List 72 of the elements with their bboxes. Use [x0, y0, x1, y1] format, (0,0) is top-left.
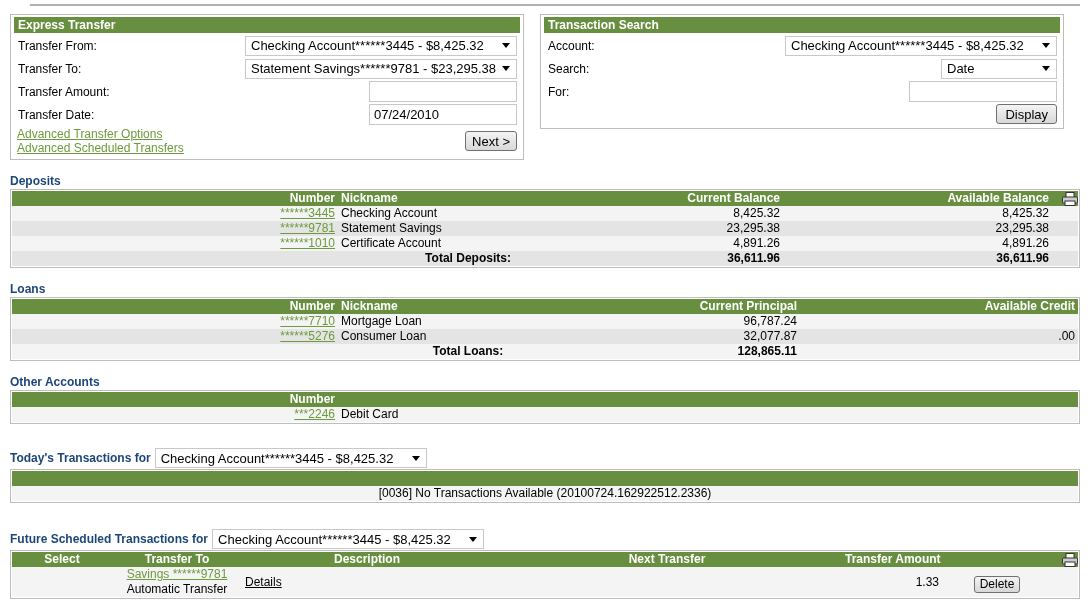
- section-heading: Today's Transactions for: [10, 451, 151, 465]
- printer-icon[interactable]: [1062, 552, 1078, 567]
- select-field[interactable]: Checking Account******3445 - $8,425.32: [245, 35, 517, 56]
- table-cell: 8,425.32: [598, 206, 783, 221]
- printer-icon[interactable]: [1062, 191, 1078, 206]
- column-header: Number: [12, 191, 338, 206]
- total-label: Total Deposits:: [338, 251, 598, 266]
- section-heading: Deposits: [10, 174, 62, 188]
- total-label: Total Loans:: [338, 344, 598, 359]
- select-field[interactable]: Date: [941, 58, 1057, 79]
- input-field[interactable]: [909, 81, 1057, 102]
- table-cell: 128,865.11: [598, 344, 800, 359]
- field-label: Search:: [547, 61, 590, 76]
- table-cell: Statement Savings: [338, 221, 598, 236]
- caret-icon: [502, 43, 510, 48]
- table-cell: .00: [1058, 329, 1075, 343]
- column-header: Transfer Amount: [842, 552, 942, 567]
- section-heading: Loans: [10, 282, 47, 296]
- column-header: Available Credit: [800, 299, 1078, 314]
- table-cell: 96,787.24: [598, 314, 800, 329]
- table-cell: Certificate Account: [338, 236, 598, 251]
- field-label: Transfer Amount:: [17, 84, 110, 99]
- column-header: Description: [242, 552, 492, 567]
- caret-icon: [411, 455, 420, 461]
- column-header: Number: [12, 392, 338, 407]
- column-header: Available Balance: [783, 191, 1052, 206]
- caret-icon: [1042, 43, 1050, 48]
- table-cell: Debit Card: [338, 407, 1078, 422]
- display-button[interactable]: Display: [996, 104, 1057, 124]
- next-button[interactable]: Next >: [465, 131, 517, 151]
- details-link[interactable]: Details: [245, 574, 282, 589]
- table-cell: Consumer Loan: [338, 329, 598, 344]
- column-header: Current Balance: [598, 191, 783, 206]
- column-header: Current Principal: [598, 299, 800, 314]
- select-field[interactable]: Checking Account******3445 - $8,425.32: [154, 448, 427, 468]
- select-field[interactable]: Checking Account******3445 - $8,425.32: [785, 35, 1057, 56]
- panel-title: Transaction Search: [544, 17, 1060, 33]
- field-label: Transfer From:: [17, 38, 97, 53]
- section-heading: Future Scheduled Transactions for: [10, 532, 209, 546]
- field-label: For:: [547, 84, 570, 99]
- transfer-type: Automatic Transfer: [126, 582, 228, 596]
- column-header: Nickname: [338, 299, 598, 314]
- column-header: Transfer To: [112, 552, 242, 567]
- table-cell: 36,611.96: [598, 251, 783, 266]
- select-field[interactable]: Checking Account******3445 - $8,425.32: [212, 529, 485, 549]
- field-label: Transfer To:: [17, 61, 82, 76]
- delete-button[interactable]: Delete: [973, 575, 1021, 593]
- section-heading: Other Accounts: [10, 375, 101, 389]
- status-message: [0036] No Transactions Available (20100724.162922512.2336): [12, 486, 1078, 501]
- column-header: Nickname: [338, 191, 598, 206]
- input-field[interactable]: [369, 81, 517, 102]
- caret-icon: [469, 536, 478, 542]
- table-cell: 8,425.32: [783, 206, 1052, 221]
- caret-icon: [502, 66, 510, 71]
- table-cell: 4,891.26: [598, 236, 783, 251]
- select-field[interactable]: Statement Savings******9781 - $23,295.38: [245, 58, 517, 79]
- field-label: Transfer Date:: [17, 107, 95, 122]
- table-cell: 1.33: [842, 567, 942, 597]
- table-cell: 23,295.38: [598, 221, 783, 236]
- table-cell: 23,295.38: [783, 221, 1052, 236]
- table-cell: 36,611.96: [783, 251, 1052, 266]
- table-cell: Checking Account: [338, 206, 598, 221]
- field-label: Account:: [547, 38, 595, 53]
- table-cell: 4,891.26: [783, 236, 1052, 251]
- table-cell: Mortgage Loan: [338, 314, 598, 329]
- caret-icon: [1042, 66, 1050, 71]
- table-cell: 32,077.87: [598, 329, 800, 344]
- input-field[interactable]: 07/24/2010: [369, 104, 517, 125]
- column-header: Number: [12, 299, 338, 314]
- panel-title: Express Transfer: [14, 17, 520, 33]
- column-header: Next Transfer: [492, 552, 842, 567]
- column-header: Select: [12, 552, 112, 567]
